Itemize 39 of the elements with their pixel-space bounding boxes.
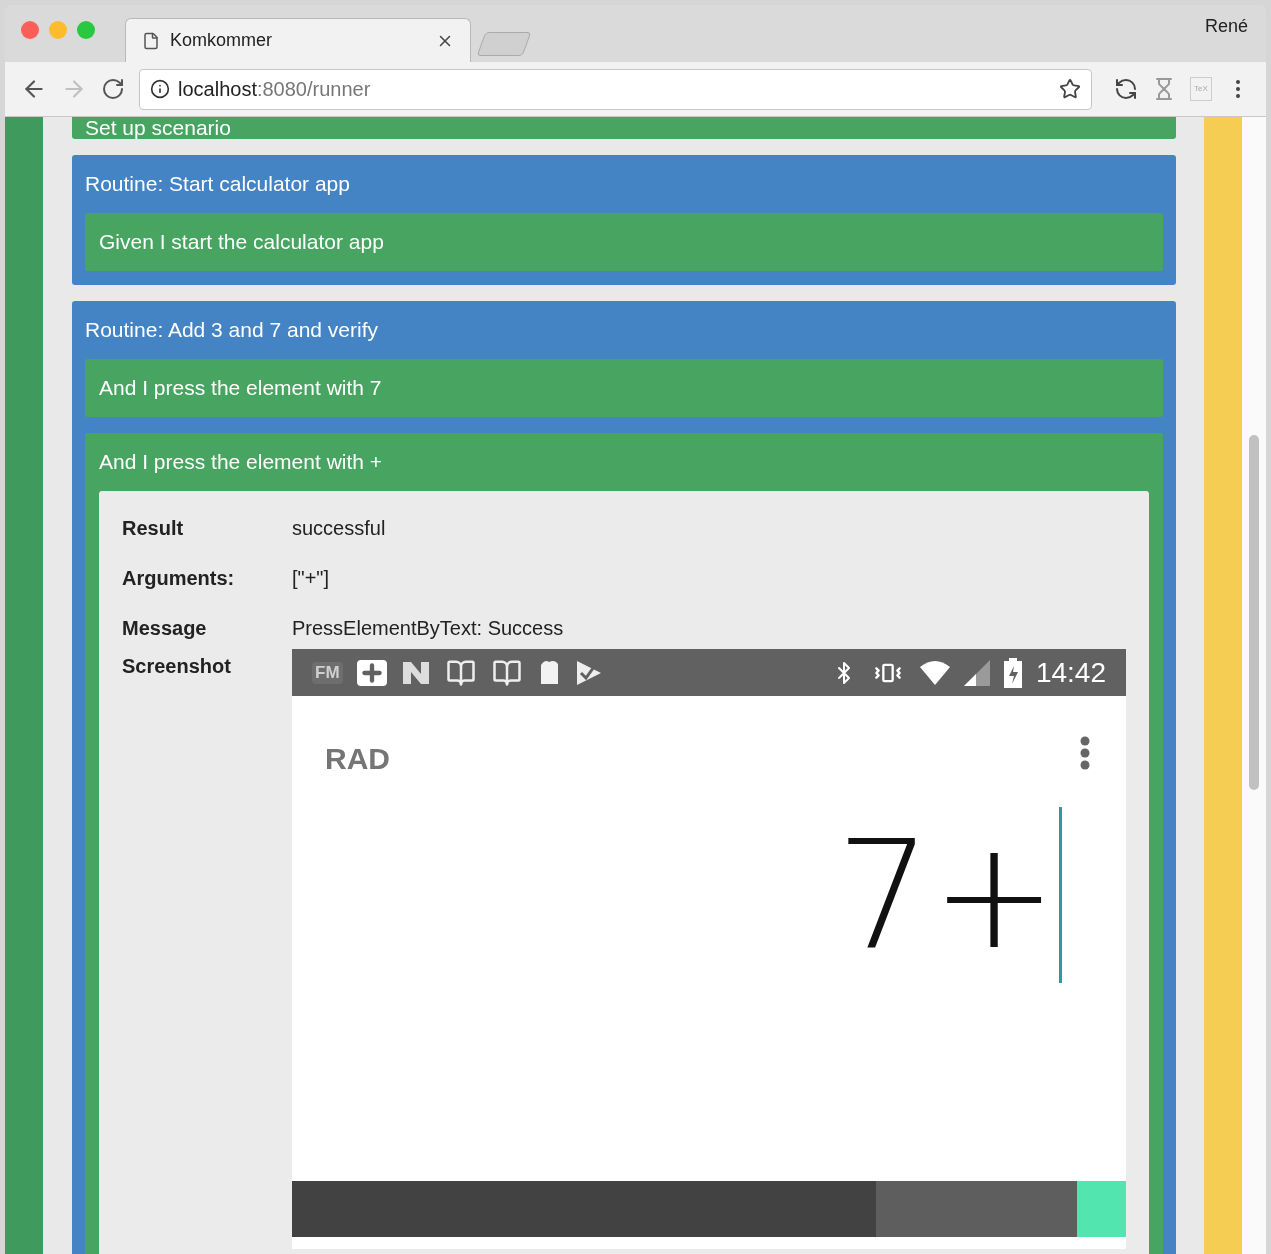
maximize-window-icon [77,20,95,39]
minimize-window-icon [49,20,67,39]
step-title: Given I start the calculator app [99,229,384,256]
signal-icon [963,659,990,686]
detail-label: Arguments: [122,566,236,591]
browser-tab[interactable]: Komkommer [125,18,471,62]
wifi-icon [919,660,950,685]
calculator-display: 7+ [835,820,1057,970]
detail-label: Screenshot [122,654,232,679]
fm-indicator: FM [312,661,343,684]
scrollbar[interactable] [1242,117,1266,1254]
routine-title: Routine: Start calculator app [85,171,350,198]
step-title: And I press the element with 7 [99,375,382,402]
detail-label: Result [122,516,185,541]
add-icon [356,659,387,686]
scenario-title: Set up scenario [85,117,231,139]
detail-value: successful [292,516,386,541]
bookmark-star-icon[interactable] [1059,78,1081,100]
url: localhost:8080/runner [178,77,372,102]
clock: 14:42 [1035,655,1106,690]
info-icon [150,79,170,99]
detail-value: PressElementByText: Success [292,616,564,641]
n-logo-icon [400,659,431,686]
routine-title: Routine: Add 3 and 7 and verify [85,317,379,344]
address-bar[interactable]: localhost:8080/runner [139,68,1092,110]
close-window-icon [21,20,39,39]
page-icon [142,31,160,50]
reload-icon[interactable] [101,77,125,101]
angle-mode-label: RAD [325,741,390,777]
detail-value: ["+"] [292,566,329,591]
sync-extension-icon[interactable] [1114,77,1138,101]
scrollbar-thumb[interactable] [1249,435,1259,790]
step-title: And I press the element with + [99,449,383,476]
more-options-icon [1080,736,1090,770]
tab-title: Komkommer [170,29,273,52]
battery-icon [1003,657,1022,688]
detail-label: Message [122,616,208,641]
step-card[interactable]: And I press the element with + Result successful Arguments: ["+"] Message PressElementByText: Success Screenshot FM 14:42 RAD 7+ [85,433,1163,1254]
profile-name[interactable]: René [1204,13,1248,40]
